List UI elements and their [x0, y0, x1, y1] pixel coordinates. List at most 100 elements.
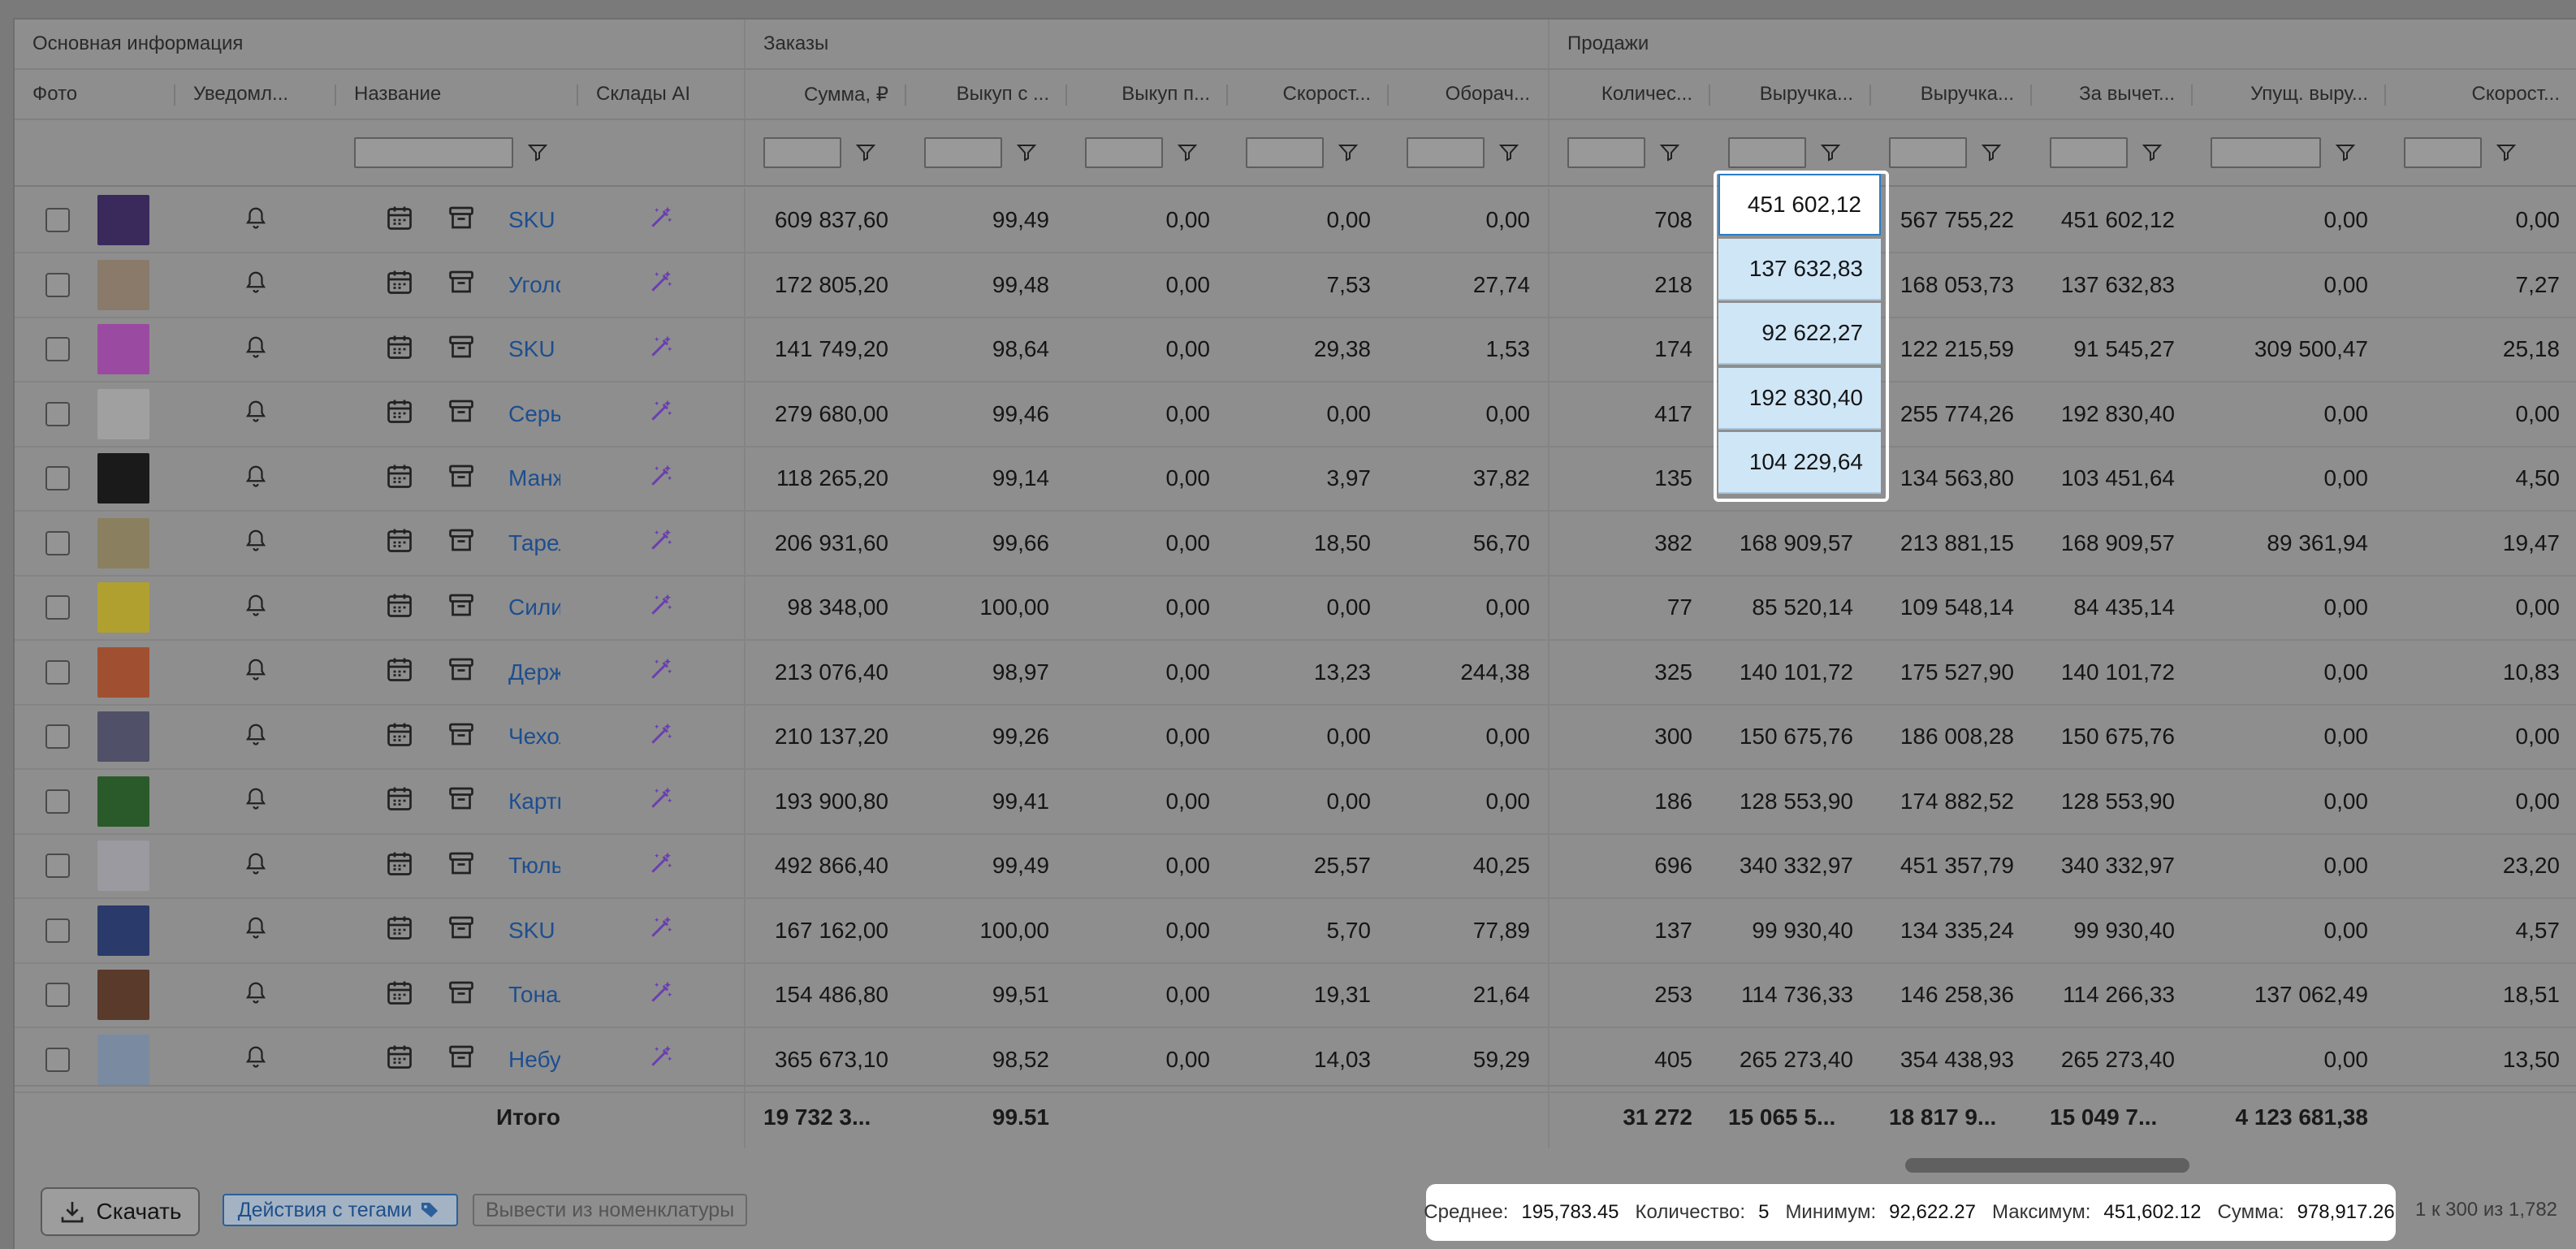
row-checkbox[interactable]: [45, 208, 70, 232]
funnel-icon[interactable]: [1017, 143, 1036, 162]
calendar-icon[interactable]: [385, 849, 414, 884]
archive-icon[interactable]: [447, 720, 476, 754]
lost-revenue-cell[interactable]: 309 500,47: [2193, 318, 2386, 381]
net-cell[interactable]: 128 553,90: [2032, 770, 2193, 833]
bell-icon[interactable]: [244, 399, 268, 429]
product-name-link[interactable]: Серьги: [508, 401, 560, 427]
product-name-link[interactable]: Силикс: [508, 594, 560, 620]
net-cell[interactable]: 192 830,40: [2032, 382, 2193, 446]
archive-icon[interactable]: [447, 1042, 476, 1077]
revenue-1-cell[interactable]: 340 332,97: [1710, 834, 1871, 897]
bell-icon[interactable]: [244, 205, 268, 236]
lost-revenue-cell[interactable]: 0,00: [2193, 188, 2386, 252]
product-thumbnail[interactable]: [97, 646, 149, 698]
archive-icon[interactable]: [447, 332, 476, 367]
product-name-link[interactable]: Манже: [508, 465, 560, 491]
filter-buyout-1-input[interactable]: [924, 137, 1002, 168]
selected-cell[interactable]: 104 229,64: [1718, 432, 1881, 494]
filter-speed-2-input[interactable]: [2404, 137, 2482, 168]
revenue-2-cell[interactable]: 174 882,52: [1871, 770, 2032, 833]
col-lost-revenue[interactable]: Упущ. выру...: [2193, 70, 2386, 119]
revenue-2-cell[interactable]: 134 335,24: [1871, 899, 2032, 962]
magic-wand-icon[interactable]: [648, 785, 674, 817]
lost-revenue-cell[interactable]: 0,00: [2193, 834, 2386, 897]
net-cell[interactable]: 140 101,72: [2032, 641, 2193, 704]
tag-actions-button[interactable]: Действия с тегами: [223, 1194, 458, 1226]
funnel-icon[interactable]: [1338, 143, 1358, 162]
product-thumbnail[interactable]: [97, 905, 149, 956]
lost-revenue-cell[interactable]: 137 062,49: [2193, 963, 2386, 1026]
product-name-link[interactable]: Уголок: [508, 272, 560, 298]
archive-icon[interactable]: [447, 461, 476, 496]
funnel-icon[interactable]: [2336, 143, 2355, 162]
row-checkbox[interactable]: [45, 530, 70, 555]
remove-nomenclature-button[interactable]: Вывести из номенклатуры: [473, 1194, 747, 1226]
magic-wand-icon[interactable]: [648, 850, 674, 882]
revenue-2-cell[interactable]: 146 258,36: [1871, 963, 2032, 1026]
filter-net-input[interactable]: [2050, 137, 2128, 168]
revenue-2-cell[interactable]: 122 215,59: [1871, 318, 2032, 381]
net-cell[interactable]: 84 435,14: [2032, 576, 2193, 639]
calendar-icon[interactable]: [385, 461, 414, 496]
calendar-icon[interactable]: [385, 655, 414, 689]
net-cell[interactable]: 150 675,76: [2032, 705, 2193, 768]
archive-icon[interactable]: [447, 655, 476, 689]
speed-2-cell[interactable]: 10,83: [2386, 641, 2576, 704]
revenue-2-cell[interactable]: 109 548,14: [1871, 576, 2032, 639]
archive-icon[interactable]: [447, 978, 476, 1013]
revenue-2-cell[interactable]: 186 008,28: [1871, 705, 2032, 768]
row-checkbox[interactable]: [45, 789, 70, 814]
col-name[interactable]: Название: [336, 70, 578, 119]
col-buyout-2[interactable]: Выкуп п...: [1067, 70, 1228, 119]
row-checkbox[interactable]: [45, 1047, 70, 1072]
calendar-icon[interactable]: [385, 590, 414, 625]
lost-revenue-cell[interactable]: 0,00: [2193, 576, 2386, 639]
net-cell[interactable]: 99 930,40: [2032, 899, 2193, 962]
filter-speed-1-input[interactable]: [1246, 137, 1324, 168]
net-cell[interactable]: 91 545,27: [2032, 318, 2193, 381]
revenue-2-cell[interactable]: 451 357,79: [1871, 834, 2032, 897]
lost-revenue-cell[interactable]: 0,00: [2193, 447, 2386, 510]
net-cell[interactable]: 103 451,64: [2032, 447, 2193, 510]
speed-2-cell[interactable]: 0,00: [2386, 770, 2576, 833]
filter-order-sum-input[interactable]: [763, 137, 841, 168]
product-name-link[interactable]: Чехол: [508, 724, 560, 750]
funnel-icon[interactable]: [1178, 143, 1197, 162]
magic-wand-icon[interactable]: [648, 398, 674, 430]
revenue-1-cell[interactable]: 114 736,33: [1710, 963, 1871, 1026]
revenue-1-cell[interactable]: 168 909,57: [1710, 512, 1871, 575]
row-checkbox[interactable]: [45, 401, 70, 426]
bell-icon[interactable]: [244, 270, 268, 300]
bell-icon[interactable]: [244, 1044, 268, 1074]
net-cell[interactable]: 451 602,12: [2032, 188, 2193, 252]
product-thumbnail[interactable]: [97, 453, 149, 503]
archive-icon[interactable]: [447, 267, 476, 302]
bell-icon[interactable]: [244, 722, 268, 752]
filter-revenue-2-input[interactable]: [1889, 137, 1967, 168]
bell-icon[interactable]: [244, 915, 268, 945]
row-checkbox[interactable]: [45, 595, 70, 620]
selected-cell[interactable]: 192 830,40: [1718, 367, 1881, 430]
col-order-sum[interactable]: Сумма, ₽: [746, 70, 906, 119]
revenue-2-cell[interactable]: 134 563,80: [1871, 447, 2032, 510]
lost-revenue-cell[interactable]: 0,00: [2193, 705, 2386, 768]
lost-revenue-cell[interactable]: 0,00: [2193, 899, 2386, 962]
calendar-icon[interactable]: [385, 203, 414, 238]
revenue-1-cell[interactable]: 140 101,72: [1710, 641, 1871, 704]
revenue-2-cell[interactable]: 168 053,73: [1871, 253, 2032, 317]
filter-turnover-input[interactable]: [1407, 137, 1485, 168]
calendar-icon[interactable]: [385, 784, 414, 819]
calendar-icon[interactable]: [385, 720, 414, 754]
bell-icon[interactable]: [244, 851, 268, 881]
speed-2-cell[interactable]: 0,00: [2386, 705, 2576, 768]
magic-wand-icon[interactable]: [648, 527, 674, 559]
archive-icon[interactable]: [447, 913, 476, 948]
magic-wand-icon[interactable]: [648, 1044, 674, 1075]
net-cell[interactable]: 340 332,97: [2032, 834, 2193, 897]
product-name-link[interactable]: SKU 11: [508, 207, 560, 233]
archive-icon[interactable]: [447, 849, 476, 884]
revenue-1-cell[interactable]: 99 930,40: [1710, 899, 1871, 962]
speed-2-cell[interactable]: 4,50: [2386, 447, 2576, 510]
row-checkbox[interactable]: [45, 724, 70, 749]
row-checkbox[interactable]: [45, 659, 70, 685]
